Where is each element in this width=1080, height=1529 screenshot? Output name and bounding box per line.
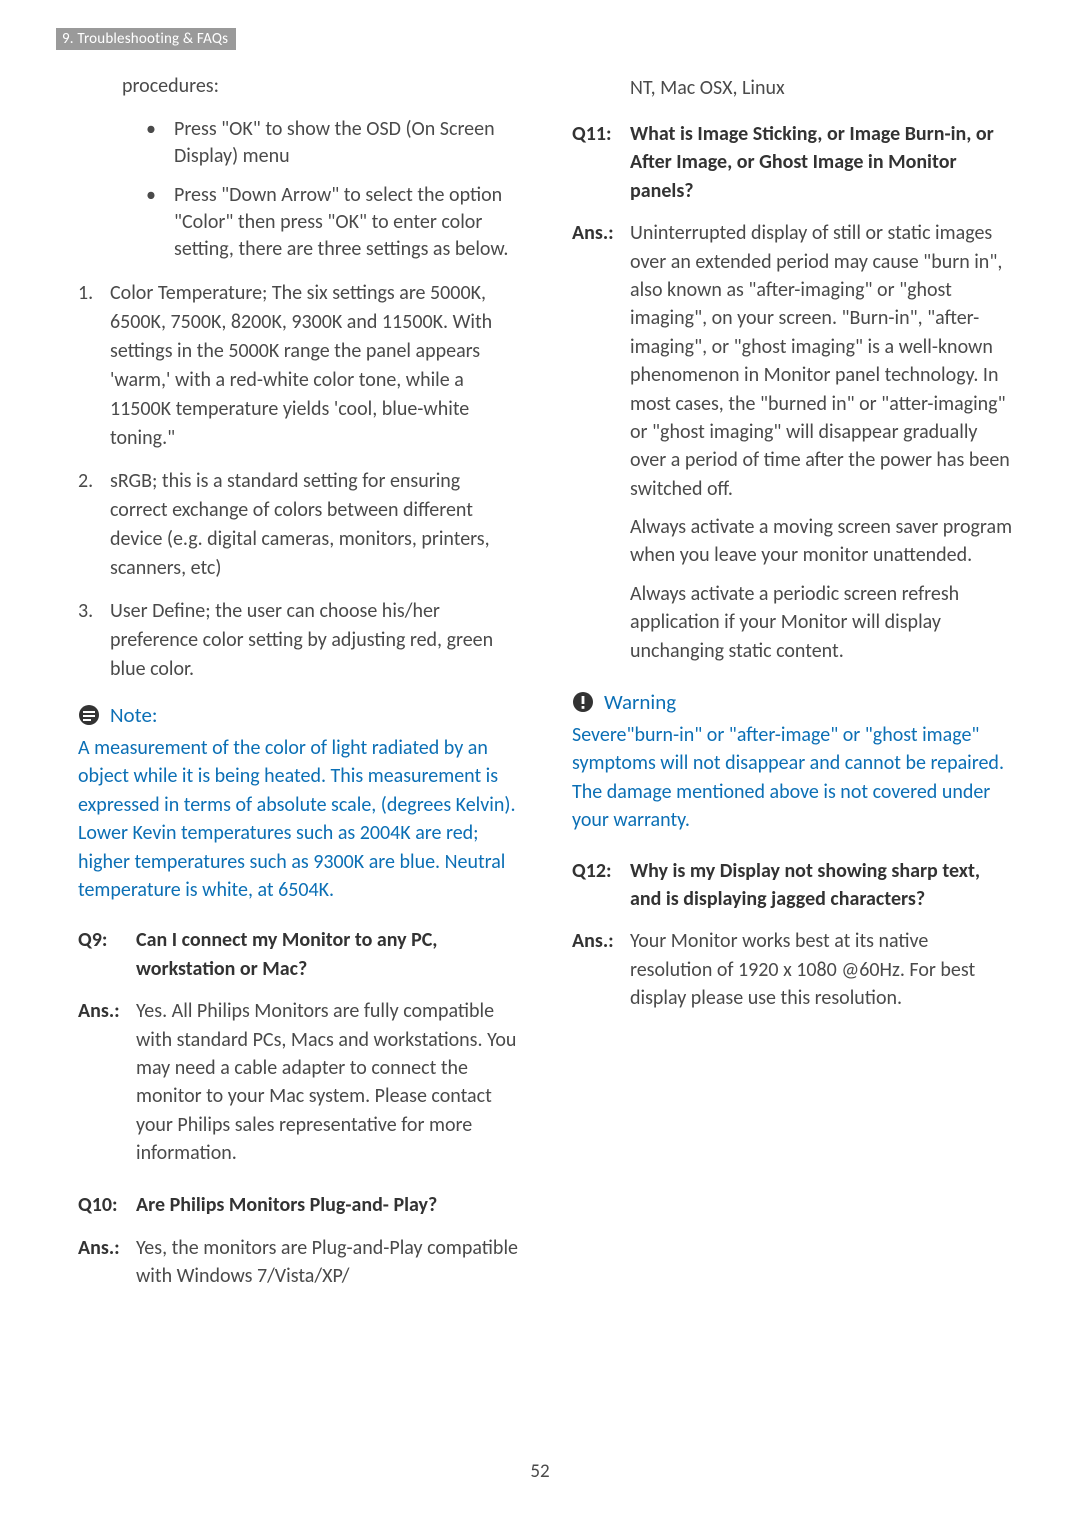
answer-paragraph: Always activate a moving screen saver pr… — [630, 513, 1014, 570]
answer-paragraph: Uninterrupted display of still or static… — [630, 219, 1014, 503]
list-number: 3. — [78, 597, 93, 626]
q-label: Q10: — [78, 1191, 136, 1219]
list-item: 1. Color Temperature; The six settings ar… — [78, 279, 520, 453]
list-number: 1. — [78, 279, 93, 308]
list-text: Color Temperature; The six settings are … — [110, 281, 492, 450]
q-label: Q9: — [78, 926, 136, 983]
q-text: Why is my Display not showing sharp text… — [630, 857, 1014, 914]
a-label: Ans.: — [572, 219, 630, 675]
two-column-layout: procedures: Press "OK" to show the OSD (… — [66, 74, 1014, 1315]
answer-paragraph: Yes. All Philips Monitors are fully comp… — [136, 997, 520, 1167]
note-title: Note: — [110, 702, 158, 728]
warning-header: Warning — [572, 689, 1014, 715]
warning-title: Warning — [604, 689, 676, 715]
qa-q10: Q10: Are Philips Monitors Plug-and- Play… — [78, 1191, 520, 1219]
note-header: Note: — [78, 702, 520, 728]
right-column: NT, Mac OSX, Linux Q11: What is Image St… — [560, 74, 1014, 1315]
q-label: Q11: — [572, 120, 630, 205]
q-text: Can I connect my Monitor to any PC, work… — [136, 926, 520, 983]
list-item: Press "Down Arrow" to select the option … — [146, 182, 520, 263]
procedures-label: procedures: — [122, 74, 520, 98]
answer-paragraph: Always activate a periodic screen refres… — [630, 580, 1014, 665]
q-text: What is Image Sticking, or Image Burn-in… — [630, 120, 1014, 205]
note-icon — [78, 704, 100, 726]
numbered-list: 1. Color Temperature; The six settings ar… — [78, 279, 520, 684]
qa-q12: Q12: Why is my Display not showing sharp… — [572, 857, 1014, 914]
a-text: Yes. All Philips Monitors are fully comp… — [136, 997, 520, 1177]
qa-q9: Q9: Can I connect my Monitor to any PC, … — [78, 926, 520, 983]
a-label: Ans.: — [78, 1234, 136, 1301]
left-column: procedures: Press "OK" to show the OSD (… — [66, 74, 520, 1315]
list-text: User Define; the user can choose his/her… — [110, 599, 493, 681]
qa-a11: Ans.: Uninterrupted display of still or … — [572, 219, 1014, 675]
note-body: A measurement of the color of light radi… — [78, 734, 520, 904]
list-text: sRGB; this is a standard setting for ens… — [110, 469, 490, 580]
a-text: Yes, the monitors are Plug-and-Play comp… — [136, 1234, 520, 1301]
section-header-tab: 9. Troubleshooting & FAQs — [56, 28, 236, 50]
answer-paragraph: Yes, the monitors are Plug-and-Play comp… — [136, 1234, 520, 1291]
list-number: 2. — [78, 467, 93, 496]
warning-body: Severe"burn-in" or "after-image" or "gho… — [572, 721, 1014, 835]
a-label: Ans.: — [572, 927, 630, 1022]
list-item: Press "OK" to show the OSD (On Screen Di… — [146, 116, 520, 170]
qa-a10: Ans.: Yes, the monitors are Plug-and-Pla… — [78, 1234, 520, 1301]
a-text: Your Monitor works best at its native re… — [630, 927, 1014, 1022]
list-item: 3. User Define; the user can choose his/h… — [78, 597, 520, 684]
warning-icon — [572, 691, 594, 713]
q-label: Q12: — [572, 857, 630, 914]
page-number: 52 — [0, 1460, 1080, 1483]
a-text: Uninterrupted display of still or static… — [630, 219, 1014, 675]
qa-a12: Ans.: Your Monitor works best at its nat… — [572, 927, 1014, 1022]
qa-q11: Q11: What is Image Sticking, or Image Bu… — [572, 120, 1014, 205]
qa-a9: Ans.: Yes. All Philips Monitors are full… — [78, 997, 520, 1177]
a10-continuation: NT, Mac OSX, Linux — [630, 74, 1014, 102]
a-label: Ans.: — [78, 997, 136, 1177]
answer-paragraph: Your Monitor works best at its native re… — [630, 927, 1014, 1012]
q-text: Are Philips Monitors Plug-and- Play? — [136, 1191, 520, 1219]
list-item: 2. sRGB; this is a standard setting for e… — [78, 467, 520, 583]
procedure-bullets: Press "OK" to show the OSD (On Screen Di… — [146, 116, 520, 263]
